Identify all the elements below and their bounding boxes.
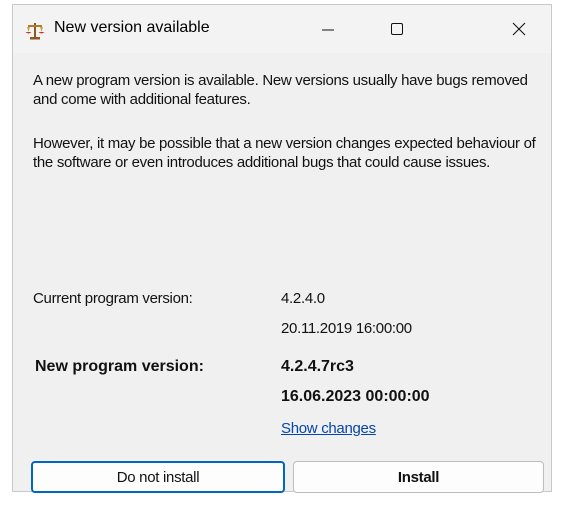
message-paragraph-1: A new program version is available. New … <box>33 72 528 108</box>
scales-icon <box>25 22 45 40</box>
dialog-window: New version available A new program vers… <box>12 4 552 493</box>
close-button[interactable] <box>487 5 551 53</box>
message-paragraph-2: However, it may be possible that a new v… <box>33 135 536 171</box>
minimize-button[interactable] <box>297 5 359 53</box>
current-version-label: Current program version: <box>33 290 193 307</box>
window-title: New version available <box>54 19 210 36</box>
maximize-button[interactable] <box>366 5 428 53</box>
close-icon <box>512 22 526 36</box>
title-bar[interactable]: New version available <box>13 5 551 53</box>
minimize-icon <box>322 29 334 31</box>
new-version-value: 4.2.4.7rc3 <box>281 358 354 375</box>
current-version-date: 20.11.2019 16:00:00 <box>281 320 412 337</box>
new-version-label: New program version: <box>35 358 204 375</box>
maximize-icon <box>391 23 403 35</box>
do-not-install-button[interactable]: Do not install <box>31 461 285 493</box>
current-version-value: 4.2.4.0 <box>281 290 325 307</box>
install-button[interactable]: Install <box>293 461 544 493</box>
show-changes-link[interactable]: Show changes <box>281 420 376 437</box>
new-version-date: 16.06.2023 00:00:00 <box>281 388 430 405</box>
